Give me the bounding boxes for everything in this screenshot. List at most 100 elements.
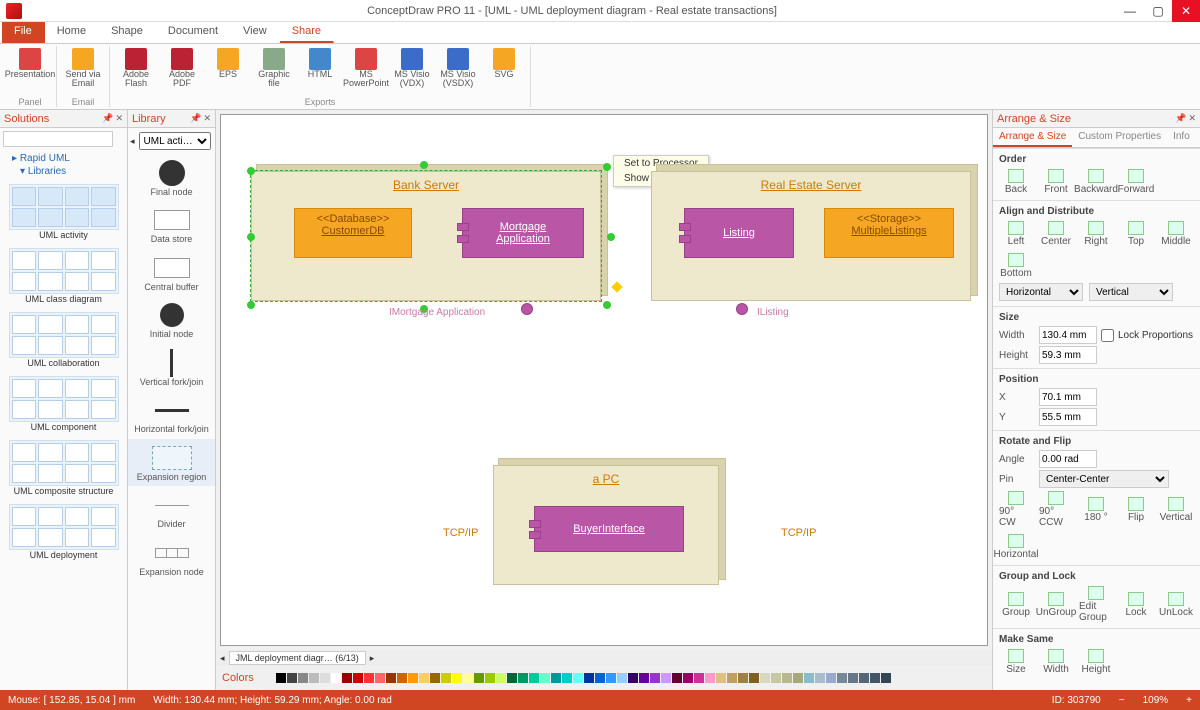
- ribbon-ms-visio-vdx-[interactable]: MS Visio (VDX): [392, 46, 432, 89]
- color-swatch[interactable]: [342, 673, 352, 683]
- ribbon-send-via-email[interactable]: Send via Email: [63, 46, 103, 89]
- group-group-button[interactable]: Group: [999, 592, 1033, 618]
- color-swatch[interactable]: [386, 673, 396, 683]
- color-swatch[interactable]: [760, 673, 770, 683]
- align-left-button[interactable]: Left: [999, 221, 1033, 247]
- color-swatch[interactable]: [298, 673, 308, 683]
- library-item-central-buffer[interactable]: Central buffer: [128, 249, 215, 296]
- align-middle-button[interactable]: Middle: [1159, 221, 1193, 247]
- make-size-button[interactable]: Size: [999, 649, 1033, 675]
- color-swatch[interactable]: [859, 673, 869, 683]
- color-swatch[interactable]: [551, 673, 561, 683]
- close-icon[interactable]: ✕: [1188, 113, 1196, 124]
- component-mortgage-app[interactable]: Mortgage Application: [462, 208, 584, 258]
- ribbon-adobe-pdf[interactable]: Adobe PDF: [162, 46, 202, 89]
- color-swatch[interactable]: [474, 673, 484, 683]
- library-item-divider[interactable]: Divider: [128, 486, 215, 533]
- color-swatch[interactable]: [463, 673, 473, 683]
- library-item-final-node[interactable]: Final node: [128, 154, 215, 201]
- database-customerdb[interactable]: <<Database>> CustomerDB: [294, 208, 412, 258]
- color-swatch[interactable]: [518, 673, 528, 683]
- x-input[interactable]: [1039, 388, 1097, 406]
- ribbon-ms-powerpoint[interactable]: MS PowerPoint: [346, 46, 386, 89]
- node-real-estate-server[interactable]: Real Estate Server Listing <<Storage>> M…: [651, 171, 971, 301]
- color-swatch[interactable]: [353, 673, 363, 683]
- rotate--ccw-button[interactable]: 90° CCW: [1039, 491, 1073, 528]
- color-swatch[interactable]: [870, 673, 880, 683]
- solutions-cat-uml-activity[interactable]: UML activity: [0, 180, 127, 244]
- ribbon-html[interactable]: HTML: [300, 46, 340, 89]
- color-swatch[interactable]: [309, 673, 319, 683]
- color-swatch[interactable]: [727, 673, 737, 683]
- color-swatch[interactable]: [419, 673, 429, 683]
- component-listing[interactable]: Listing: [684, 208, 794, 258]
- pin-icon[interactable]: 📌: [102, 113, 113, 124]
- library-item-horizontal-fork-join[interactable]: Horizontal fork/join: [128, 391, 215, 438]
- make-height-button[interactable]: Height: [1079, 649, 1113, 675]
- rotate-flip-button[interactable]: Flip: [1119, 497, 1153, 523]
- color-swatch[interactable]: [628, 673, 638, 683]
- color-swatch[interactable]: [749, 673, 759, 683]
- color-swatch[interactable]: [617, 673, 627, 683]
- solutions-cat-uml-collaboration[interactable]: UML collaboration: [0, 308, 127, 372]
- color-swatch[interactable]: [771, 673, 781, 683]
- tab-info[interactable]: Info: [1167, 128, 1196, 147]
- library-prev-icon[interactable]: ◂: [130, 136, 135, 147]
- color-swatch[interactable]: [364, 673, 374, 683]
- color-swatch[interactable]: [529, 673, 539, 683]
- ribbon-eps[interactable]: EPS: [208, 46, 248, 89]
- library-item-data-store[interactable]: Data store: [128, 201, 215, 248]
- storage-multiple-listings[interactable]: <<Storage>> MultipleListings: [824, 208, 954, 258]
- close-button[interactable]: ✕: [1172, 0, 1200, 22]
- solutions-cat-uml-composite-structure[interactable]: UML composite structure: [0, 436, 127, 500]
- color-swatch[interactable]: [287, 673, 297, 683]
- color-swatch[interactable]: [320, 673, 330, 683]
- solutions-cat-uml-deployment[interactable]: UML deployment: [0, 500, 127, 564]
- tree-node-rapid-uml[interactable]: ▸ Rapid UML: [4, 152, 123, 165]
- color-swatch[interactable]: [430, 673, 440, 683]
- interface-lollipop[interactable]: [521, 303, 533, 315]
- pin-icon[interactable]: 📌: [190, 113, 201, 124]
- selection-handle[interactable]: [607, 233, 615, 241]
- color-swatch[interactable]: [408, 673, 418, 683]
- color-swatch[interactable]: [837, 673, 847, 683]
- group-edit-group-button[interactable]: Edit Group: [1079, 586, 1113, 623]
- tab-custom-properties[interactable]: Custom Properties: [1072, 128, 1167, 147]
- color-swatch[interactable]: [716, 673, 726, 683]
- rotate-horizontal-button[interactable]: Horizontal: [999, 534, 1033, 560]
- selection-handle[interactable]: [247, 167, 255, 175]
- library-item-initial-node[interactable]: Initial node: [128, 296, 215, 343]
- tab-prev-icon[interactable]: ◂: [220, 653, 225, 664]
- selection-handle[interactable]: [420, 161, 428, 169]
- align-vertical-select[interactable]: Vertical: [1089, 283, 1173, 301]
- ribbon-adobe-flash[interactable]: Adobe Flash: [116, 46, 156, 89]
- interface-lollipop[interactable]: [736, 303, 748, 315]
- color-swatch[interactable]: [793, 673, 803, 683]
- group-ungroup-button[interactable]: UnGroup: [1039, 592, 1073, 618]
- color-swatch[interactable]: [452, 673, 462, 683]
- color-swatch[interactable]: [606, 673, 616, 683]
- color-swatch[interactable]: [672, 673, 682, 683]
- color-swatch[interactable]: [562, 673, 572, 683]
- library-item-expansion-region[interactable]: Expansion region: [128, 439, 215, 486]
- color-swatch[interactable]: [331, 673, 341, 683]
- color-swatch[interactable]: [738, 673, 748, 683]
- zoom-out-icon[interactable]: −: [1119, 695, 1125, 706]
- tab-arrange-size[interactable]: Arrange & Size: [993, 128, 1072, 147]
- library-item-expansion-node[interactable]: Expansion node: [128, 534, 215, 581]
- color-swatch[interactable]: [694, 673, 704, 683]
- color-swatch[interactable]: [881, 673, 891, 683]
- order-back-button[interactable]: Back: [999, 169, 1033, 195]
- color-swatch[interactable]: [540, 673, 550, 683]
- color-swatch[interactable]: [595, 673, 605, 683]
- angle-input[interactable]: [1039, 450, 1097, 468]
- selection-handle[interactable]: [603, 163, 611, 171]
- ribbon-ms-visio-vsdx-[interactable]: MS Visio (VSDX): [438, 46, 478, 89]
- solutions-cat-uml-component[interactable]: UML component: [0, 372, 127, 436]
- group-unlock-button[interactable]: UnLock: [1159, 592, 1193, 618]
- ribbon-svg[interactable]: SVG: [484, 46, 524, 89]
- drawing-canvas[interactable]: Set to Processor Show Label Bank Server …: [220, 114, 988, 646]
- color-swatch[interactable]: [485, 673, 495, 683]
- solutions-cat-uml-class-diagram[interactable]: UML class diagram: [0, 244, 127, 308]
- color-swatch[interactable]: [573, 673, 583, 683]
